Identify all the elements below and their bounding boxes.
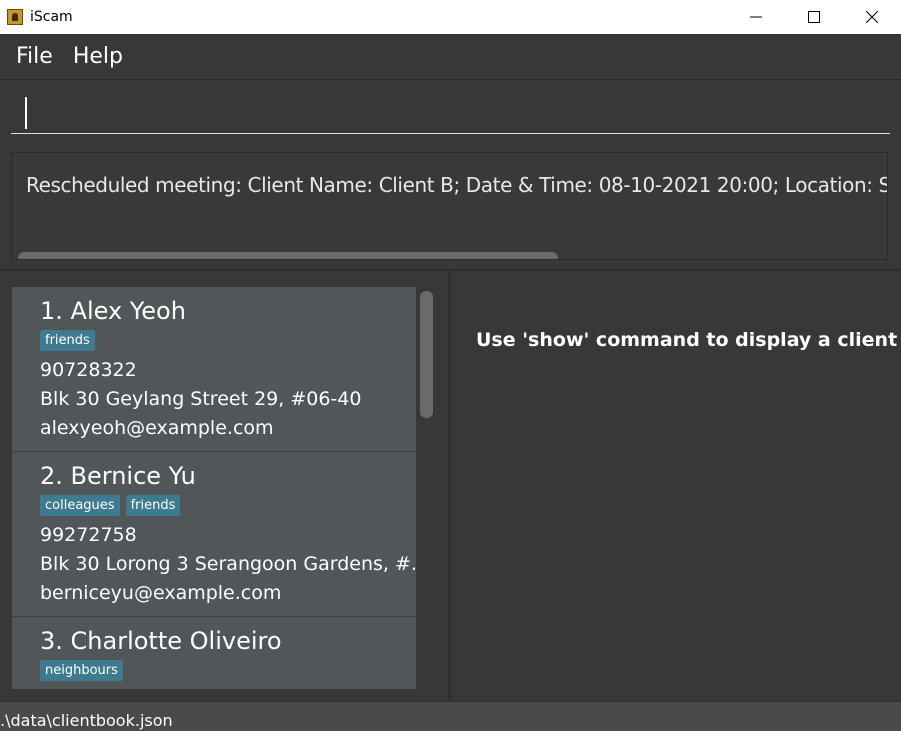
client-list[interactable]: 1. Alex Yeoh friends 90728322 Blk 30 Gey… bbox=[12, 287, 416, 689]
client-name: 2. Bernice Yu bbox=[40, 462, 196, 490]
main-split: 1. Alex Yeoh friends 90728322 Blk 30 Gey… bbox=[0, 269, 901, 701]
tag-list: friends bbox=[40, 330, 388, 351]
minimize-icon bbox=[750, 16, 762, 18]
client-detail-panel: Use 'show' command to display a client h… bbox=[451, 271, 901, 701]
minimize-button[interactable] bbox=[727, 0, 785, 34]
result-box[interactable]: Rescheduled meeting: Client Name: Client… bbox=[11, 152, 888, 260]
client-phone: 90728322 bbox=[40, 359, 137, 381]
file-path: .\data\clientbook.json bbox=[0, 711, 173, 730]
detail-placeholder: Use 'show' command to display a client h… bbox=[476, 329, 901, 351]
tag: friends bbox=[125, 495, 181, 516]
tag: neighbours bbox=[40, 660, 123, 681]
client-email: berniceyu@example.com bbox=[40, 582, 282, 604]
maximize-icon bbox=[808, 11, 820, 23]
client-name: 1. Alex Yeoh bbox=[40, 297, 186, 325]
command-box bbox=[0, 80, 901, 144]
result-display: Rescheduled meeting: Client Name: Client… bbox=[0, 144, 901, 269]
window-controls bbox=[727, 0, 901, 34]
menu-bar: File Help bbox=[0, 34, 901, 80]
text-caret bbox=[25, 97, 27, 129]
client-card[interactable]: 2. Bernice Yu colleagues friends 9927275… bbox=[12, 452, 416, 617]
horizontal-scrollbar[interactable] bbox=[18, 252, 558, 259]
title-bar: iScam bbox=[0, 0, 901, 34]
client-phone: 99272758 bbox=[40, 524, 137, 546]
client-name: 3. Charlotte Oliveiro bbox=[40, 627, 282, 655]
tag-list: colleagues friends bbox=[40, 495, 388, 516]
command-input[interactable] bbox=[11, 92, 890, 134]
result-message: Rescheduled meeting: Client Name: Client… bbox=[26, 173, 888, 197]
menu-help[interactable]: Help bbox=[73, 44, 123, 69]
client-list-panel: 1. Alex Yeoh friends 90728322 Blk 30 Gey… bbox=[0, 271, 448, 701]
client-email: alexyeoh@example.com bbox=[40, 417, 274, 439]
client-address: Blk 30 Geylang Street 29, #06-40 bbox=[40, 388, 362, 410]
menu-file[interactable]: File bbox=[16, 44, 53, 69]
close-icon bbox=[866, 11, 878, 23]
client-card[interactable]: 3. Charlotte Oliveiro neighbours bbox=[12, 617, 416, 689]
client-card[interactable]: 1. Alex Yeoh friends 90728322 Blk 30 Gey… bbox=[12, 287, 416, 452]
status-bar: .\data\clientbook.json bbox=[0, 701, 901, 731]
tag-list: neighbours bbox=[40, 660, 388, 681]
vertical-scrollbar[interactable] bbox=[420, 291, 433, 418]
close-button[interactable] bbox=[843, 0, 901, 34]
tag: friends bbox=[40, 330, 95, 351]
tag: colleagues bbox=[40, 495, 120, 516]
window-title: iScam bbox=[30, 9, 73, 25]
maximize-button[interactable] bbox=[785, 0, 843, 34]
app-icon bbox=[7, 9, 23, 25]
client-address: Blk 30 Lorong 3 Serangoon Gardens, #... bbox=[40, 553, 416, 575]
